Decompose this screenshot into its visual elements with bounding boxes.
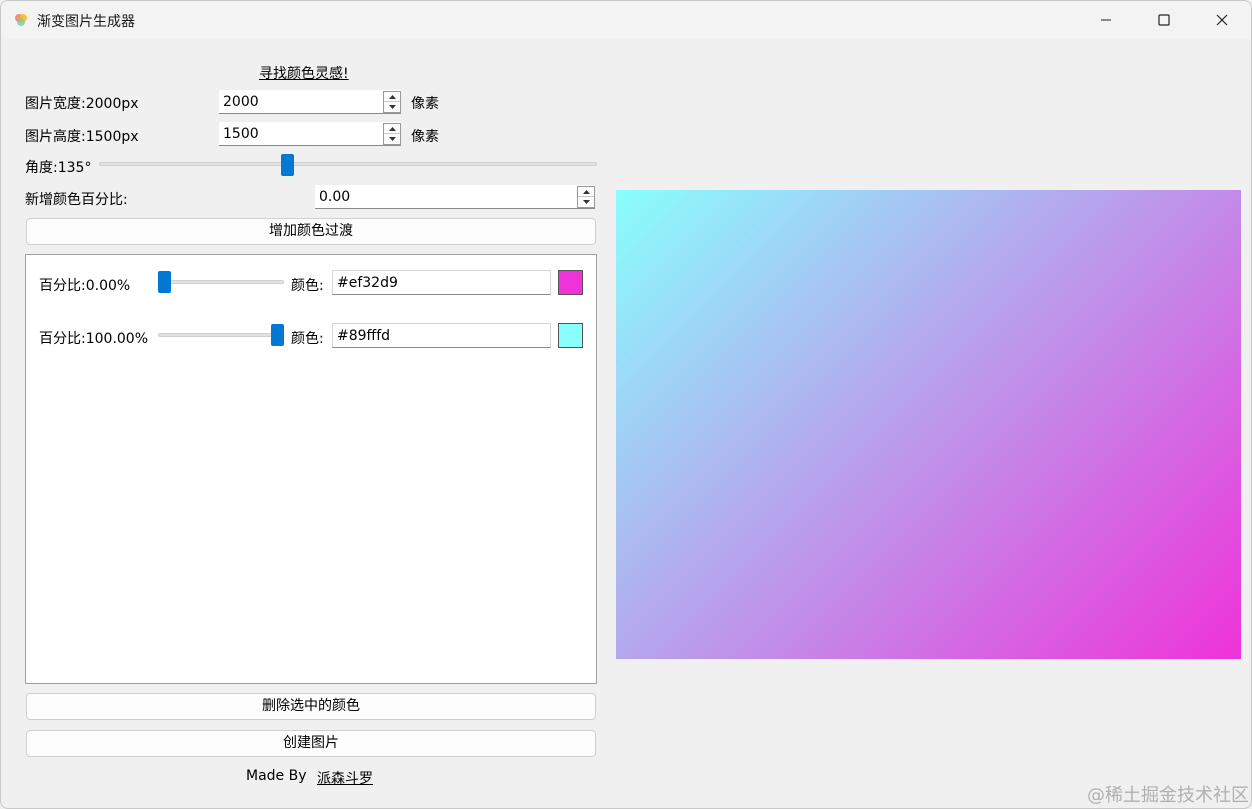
height-unit-label: 像素 [411, 129, 439, 145]
new-color-percent-label: 新增颜色百分比: [25, 192, 128, 208]
stop-color-hex-input[interactable] [332, 270, 551, 295]
stop-percent-label: 百分比:0.00% [39, 278, 131, 294]
new-color-percent-spinbox[interactable] [315, 185, 595, 209]
spin-down-icon[interactable] [578, 197, 594, 207]
close-icon [1216, 14, 1228, 26]
angle-slider-track[interactable] [99, 162, 597, 166]
stop-percent-slider-track[interactable] [158, 280, 284, 284]
minimize-icon [1101, 19, 1111, 21]
stop-percent-slider-handle[interactable] [158, 271, 171, 293]
stop-percent-slider-handle[interactable] [271, 324, 284, 346]
stop-percent-label: 百分比:100.00% [39, 331, 149, 347]
angle-slider-handle[interactable] [280, 154, 294, 176]
minimize-button[interactable] [1077, 1, 1135, 39]
close-button[interactable] [1193, 1, 1251, 39]
percent-spin-buttons[interactable] [577, 186, 595, 208]
width-spin-buttons[interactable] [383, 91, 401, 113]
height-label: 图片高度:1500px [25, 129, 139, 145]
height-input[interactable] [219, 122, 381, 145]
made-by-label: Made By [246, 768, 307, 784]
delete-selected-color-button[interactable]: 删除选中的颜色 [26, 693, 596, 720]
spin-up-icon[interactable] [384, 92, 400, 102]
color-stop-list[interactable]: 百分比:0.00% 颜色: 百分比:100.00% 颜色: [25, 254, 597, 684]
stop-color-swatch[interactable] [558, 323, 583, 348]
window-title: 渐变图片生成器 [37, 14, 135, 30]
stop-percent-slider-track[interactable] [158, 333, 284, 337]
gradient-preview [616, 190, 1241, 659]
color-inspiration-link[interactable]: 寻找颜色灵感! [259, 63, 349, 83]
stop-color-label: 颜色: [291, 278, 324, 294]
new-color-percent-input[interactable] [315, 185, 575, 208]
width-input[interactable] [219, 90, 381, 113]
spin-up-icon[interactable] [578, 187, 594, 197]
stop-color-hex-input[interactable] [332, 323, 551, 348]
height-spin-buttons[interactable] [383, 123, 401, 145]
maximize-button[interactable] [1135, 1, 1193, 39]
angle-label: 角度:135° [25, 160, 92, 176]
watermark-text: @稀土掘金技术社区 [1087, 785, 1249, 806]
author-link[interactable]: 派森斗罗 [317, 768, 373, 788]
app-icon [13, 12, 29, 28]
stop-color-swatch[interactable] [558, 270, 583, 295]
height-spinbox[interactable] [219, 122, 401, 146]
maximize-icon [1158, 14, 1170, 26]
title-bar: 渐变图片生成器 [1, 1, 1251, 39]
spin-down-icon[interactable] [384, 102, 400, 112]
width-unit-label: 像素 [411, 96, 439, 112]
app-window: 渐变图片生成器 寻找颜色灵感! 图片宽度:2000px 像素 图片高度:1500… [0, 0, 1252, 809]
stop-color-label: 颜色: [291, 331, 324, 347]
add-color-button[interactable]: 增加颜色过渡 [26, 218, 596, 245]
width-spinbox[interactable] [219, 90, 401, 114]
spin-down-icon[interactable] [384, 134, 400, 144]
spin-up-icon[interactable] [384, 124, 400, 134]
width-label: 图片宽度:2000px [25, 96, 139, 112]
create-image-button[interactable]: 创建图片 [26, 730, 596, 757]
